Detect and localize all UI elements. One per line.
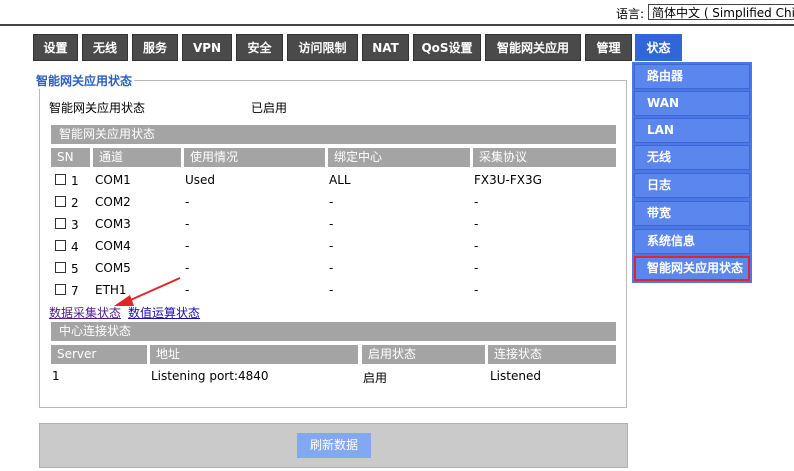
row-protocol: - [474, 283, 479, 297]
top-fragment-text: tttttt [770, 0, 794, 3]
row-checkbox[interactable] [55, 196, 66, 207]
sidebar-item-wireless[interactable]: 无线 [634, 145, 750, 170]
tab-status[interactable]: 状态 [635, 34, 682, 61]
sidebar-item-router[interactable]: 路由器 [634, 64, 750, 89]
col-header-connection: 连接状态 [488, 345, 616, 364]
row-usage: - [185, 283, 190, 297]
row-connection: Listened [490, 369, 541, 383]
row-checkbox[interactable] [55, 174, 66, 185]
sidebar-item-gateway-status[interactable]: 智能网关应用状态 [634, 256, 750, 281]
row-protocol: FX3U-FX3G [474, 173, 542, 187]
top-bar: tttttt 语言: 简体中文 ( Simplified Chinese ) [0, 0, 794, 26]
sidebar-item-log[interactable]: 日志 [634, 173, 750, 198]
sidebar-item-bandwidth[interactable]: 带宽 [634, 201, 750, 226]
row-center: - [329, 239, 334, 253]
row-protocol: - [474, 261, 479, 275]
tab-management[interactable]: 管理 [585, 34, 632, 61]
tab-settings[interactable]: 设置 [33, 34, 78, 61]
row-center: - [329, 283, 334, 297]
row-usage: - [185, 261, 190, 275]
tab-qos[interactable]: QoS设置 [413, 34, 481, 61]
row-sn: 7 [71, 284, 79, 298]
row-sn: 3 [71, 218, 79, 232]
row-center: - [329, 217, 334, 231]
row-channel: COM5 [95, 261, 131, 275]
row-protocol: - [474, 239, 479, 253]
row-sn: 1 [71, 174, 79, 188]
row-channel: COM4 [95, 239, 131, 253]
language-label: 语言: [616, 7, 645, 21]
red-arrow-icon [114, 277, 181, 306]
row-center: ALL [329, 173, 351, 187]
row-address: Listening port:4840 [151, 369, 269, 383]
sidebar-item-wan[interactable]: WAN [634, 91, 750, 116]
status-value: 已启用 [251, 101, 288, 115]
tab-wireless[interactable]: 无线 [82, 34, 128, 61]
sidebar-item-lan[interactable]: LAN [634, 118, 750, 143]
status-label: 智能网关应用状态 [49, 101, 146, 115]
col-header-sn: SN [51, 148, 90, 167]
status-sidebar: 路由器 WAN LAN 无线 日志 带宽 系统信息 智能网关应用状态 [632, 62, 752, 283]
row-sn: 5 [71, 262, 79, 276]
row-checkbox[interactable] [55, 262, 66, 273]
col-header-usage: 使用情况 [184, 148, 325, 167]
language-select[interactable]: 简体中文 ( Simplified Chinese ) [648, 4, 794, 20]
row-usage: Used [185, 173, 216, 187]
row-usage: - [185, 217, 190, 231]
row-enabled: 启用 [363, 371, 388, 385]
row-channel: COM3 [95, 217, 131, 231]
row-center: - [329, 261, 334, 275]
row-channel: COM2 [95, 195, 131, 209]
row-channel: COM1 [95, 173, 131, 187]
tab-smart-gateway[interactable]: 智能网关应用 [485, 34, 581, 61]
row-usage: - [185, 239, 190, 253]
row-checkbox[interactable] [55, 284, 66, 295]
col-header-server: Server [51, 345, 147, 364]
col-header-channel: 通道 [93, 148, 181, 167]
col-header-address: 地址 [150, 345, 358, 364]
tab-vpn[interactable]: VPN [182, 34, 232, 61]
row-sn: 4 [71, 240, 79, 254]
section-title-center-connection: 中心连接状态 [51, 322, 616, 341]
section-title-gateway-status: 智能网关应用状态 [51, 125, 616, 144]
col-header-enabled: 启用状态 [362, 345, 485, 364]
row-checkbox[interactable] [55, 218, 66, 229]
row-protocol: - [474, 195, 479, 209]
row-protocol: - [474, 217, 479, 231]
col-header-protocol: 采集协议 [473, 148, 616, 167]
tab-access-restriction[interactable]: 访问限制 [287, 34, 358, 61]
row-sn: 2 [71, 196, 79, 210]
row-usage: - [185, 195, 190, 209]
row-center: - [329, 195, 334, 209]
row-server: 1 [52, 369, 60, 383]
sidebar-item-system-info[interactable]: 系统信息 [634, 229, 750, 254]
panel-legend: 智能网关应用状态 [34, 72, 135, 89]
top-divider [0, 24, 794, 26]
row-checkbox[interactable] [55, 240, 66, 251]
col-header-bound-center: 绑定中心 [328, 148, 470, 167]
tab-security[interactable]: 安全 [236, 34, 283, 61]
tab-services[interactable]: 服务 [132, 34, 178, 61]
tab-nat[interactable]: NAT [362, 34, 409, 61]
refresh-data-button[interactable]: 刷新数据 [297, 433, 371, 458]
